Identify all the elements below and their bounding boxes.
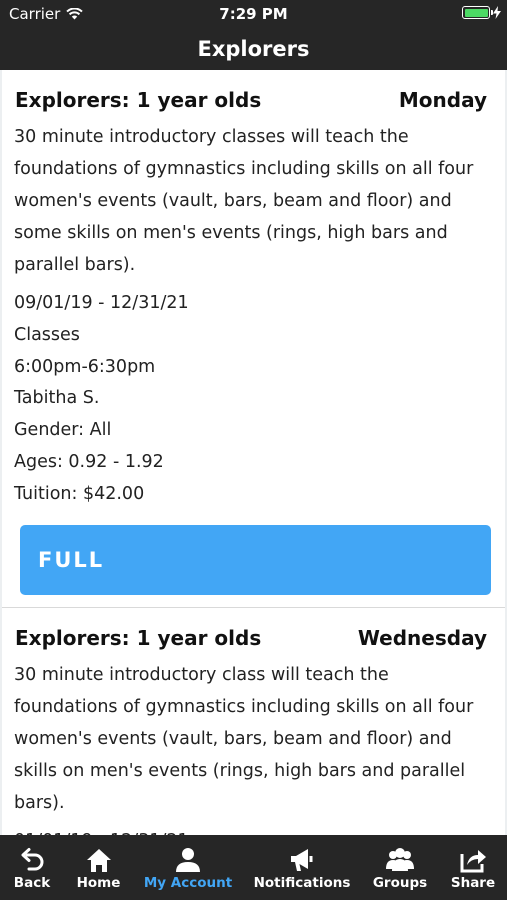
status-bar: Carrier 7:29 PM [0, 0, 507, 28]
class-ages: Ages: 0.92 - 1.92 [14, 451, 164, 472]
share-icon [460, 850, 486, 873]
class-instructor: Tabitha S. [14, 388, 100, 409]
groups-icon [386, 848, 414, 871]
class-dates: 01/01/19 - 12/31/21 [14, 826, 493, 835]
class-description: 30 minute introductory classes will teac… [14, 127, 474, 275]
class-list[interactable]: Explorers: 1 year olds Monday 30 minute … [0, 70, 507, 835]
tab-share[interactable]: Share [439, 835, 507, 900]
class-details: 09/01/19 - 12/31/21 Classes 6:00pm-6:30p… [14, 288, 493, 511]
tab-home[interactable]: Home [64, 835, 133, 900]
tab-back[interactable]: Back [0, 835, 64, 900]
page-title: Explorers [197, 37, 310, 61]
megaphone-icon [291, 849, 313, 871]
tab-label: My Account [143, 875, 233, 891]
tab-label: Share [450, 875, 496, 891]
tab-label: Back [13, 875, 51, 891]
tab-notifications[interactable]: Notifications [243, 835, 361, 900]
user-icon [176, 848, 200, 872]
battery-icon [462, 6, 493, 19]
class-title: Explorers: 1 year olds [15, 625, 262, 650]
back-arrow-icon [21, 848, 44, 871]
class-day: Monday [398, 88, 487, 112]
nav-bar: Explorers [0, 28, 507, 70]
class-gender: Gender: All [14, 420, 112, 441]
class-card: Explorers: 1 year olds Wednesday 30 minu… [2, 607, 505, 835]
class-type: Classes [14, 324, 80, 345]
class-card: Explorers: 1 year olds Monday 30 minute … [2, 70, 505, 608]
home-icon [86, 849, 111, 872]
status-time: 7:29 PM [219, 5, 288, 23]
class-time: 6:00pm-6:30pm [14, 356, 156, 377]
tab-groups[interactable]: Groups [361, 835, 439, 900]
charging-bolt-icon [493, 6, 501, 19]
tab-label: Notifications [253, 875, 351, 891]
full-button[interactable]: FULL [20, 524, 491, 595]
status-right [462, 6, 501, 19]
class-day: Wednesday [357, 625, 487, 650]
class-card-header: Explorers: 1 year olds Monday [14, 88, 493, 112]
class-title: Explorers: 1 year olds [15, 88, 262, 112]
tab-label: Groups [372, 875, 428, 891]
class-card-header: Explorers: 1 year olds Wednesday [14, 626, 493, 650]
tab-my-account[interactable]: My Account [133, 835, 243, 900]
tab-label: Home [76, 875, 121, 891]
class-tuition: Tuition: $42.00 [14, 483, 145, 504]
class-details: 01/01/19 - 12/31/21 [14, 826, 493, 835]
tab-bar: Back Home My Account Notifications Group… [0, 835, 507, 900]
class-dates: 09/01/19 - 12/31/21 [14, 293, 189, 313]
class-description: 30 minute introductory class will teach … [14, 664, 474, 813]
